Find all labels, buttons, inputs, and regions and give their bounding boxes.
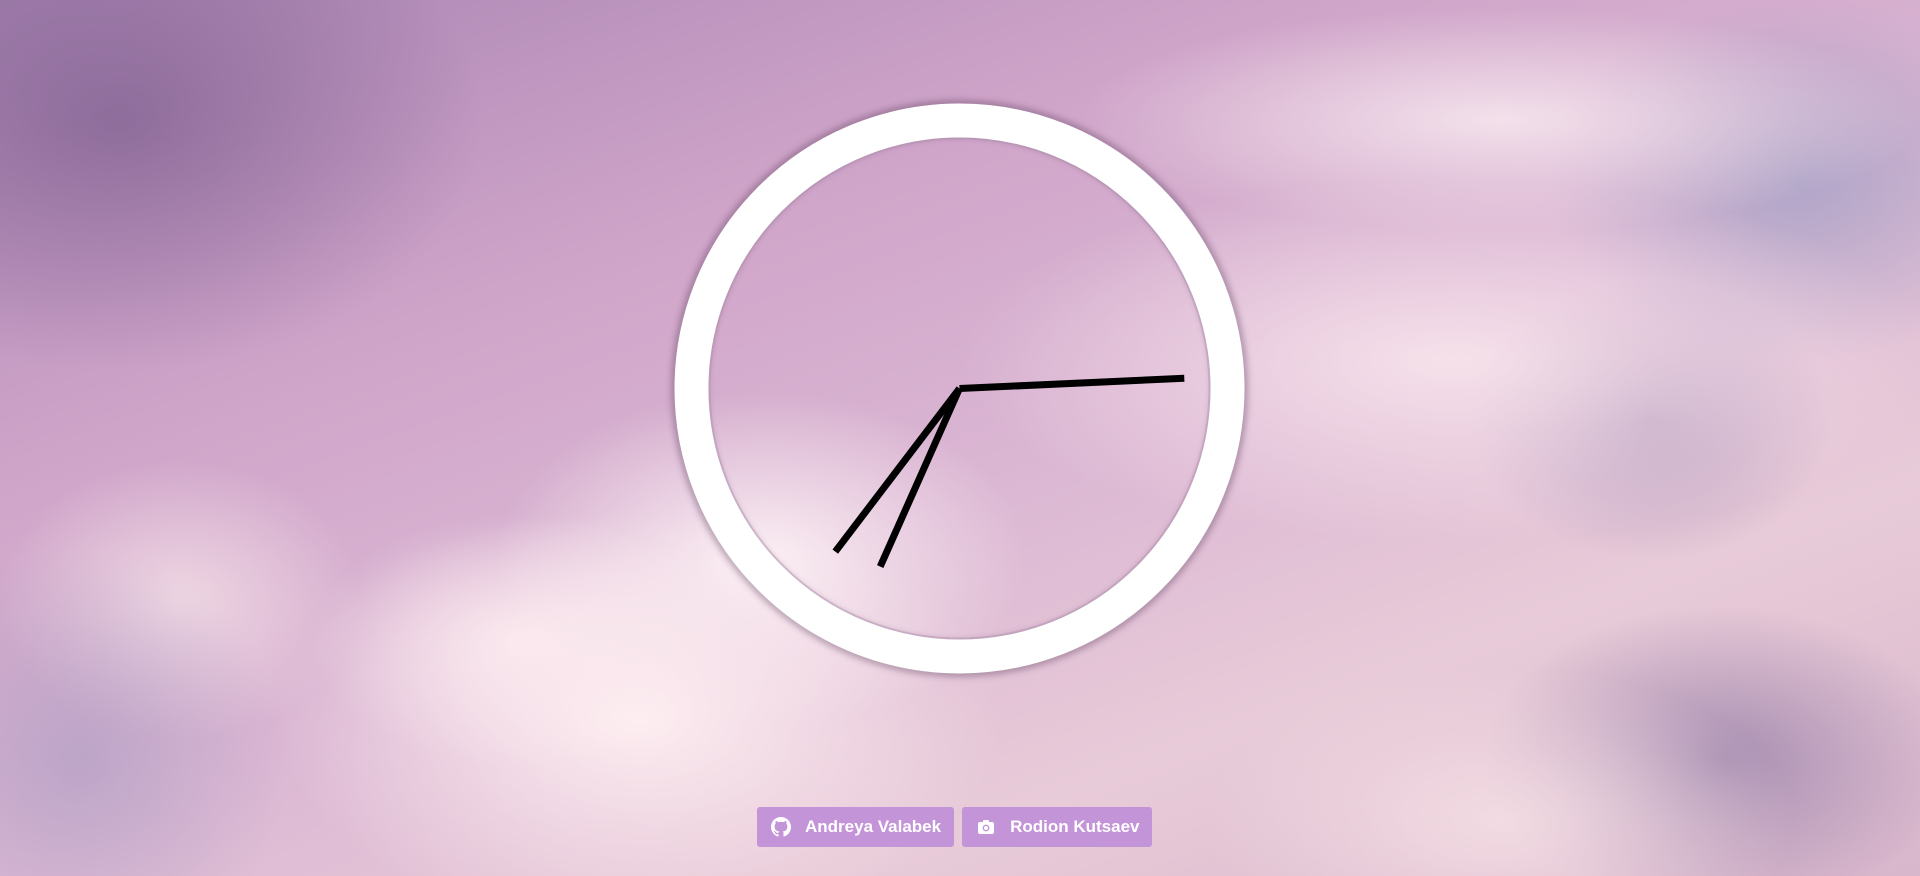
clock-face — [670, 99, 1249, 678]
analog-clock — [670, 99, 1249, 678]
credits-bar: Andreya Valabek Rodion Kutsaev — [757, 807, 1153, 847]
github-icon — [771, 817, 791, 837]
minute-hand — [959, 374, 1185, 392]
camera-icon — [976, 817, 996, 837]
credit-link-author[interactable]: Andreya Valabek — [757, 807, 955, 847]
credit-link-photographer[interactable]: Rodion Kutsaev — [962, 807, 1153, 847]
credit-label: Rodion Kutsaev — [1010, 817, 1140, 836]
background-photo: Andreya Valabek Rodion Kutsaev — [0, 0, 1920, 876]
credit-label: Andreya Valabek — [805, 817, 942, 836]
